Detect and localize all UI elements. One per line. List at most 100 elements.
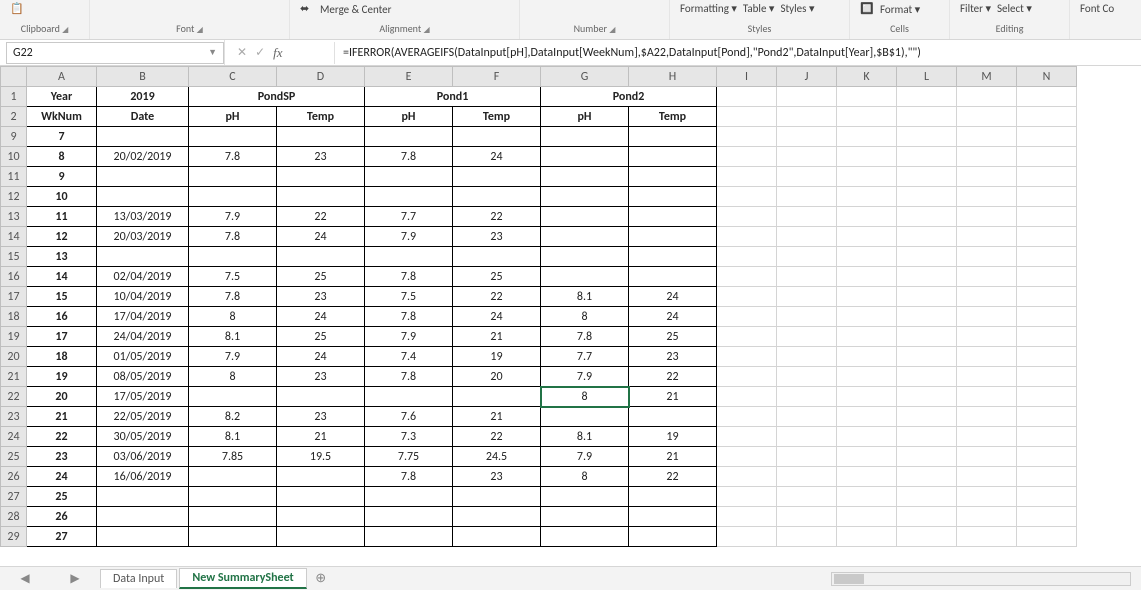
- row-header[interactable]: 2: [1, 107, 27, 127]
- wknum-cell[interactable]: 20: [27, 387, 97, 407]
- pond1-ph-cell[interactable]: 7.8: [365, 147, 453, 167]
- pond1-temp-cell[interactable]: [453, 487, 541, 507]
- wknum-cell[interactable]: 14: [27, 267, 97, 287]
- pond2-temp-cell[interactable]: [629, 247, 717, 267]
- pond2-temp-cell[interactable]: 24: [629, 287, 717, 307]
- pond2-ph-cell[interactable]: [541, 487, 629, 507]
- wknum-cell[interactable]: 9: [27, 167, 97, 187]
- pond2-temp-cell[interactable]: 23: [629, 347, 717, 367]
- wknum-cell[interactable]: 10: [27, 187, 97, 207]
- wknum-cell[interactable]: 18: [27, 347, 97, 367]
- row-header[interactable]: 21: [1, 367, 27, 387]
- pond1-ph-cell[interactable]: [365, 127, 453, 147]
- pondsp-ph-cell[interactable]: 7.85: [189, 447, 277, 467]
- date-cell[interactable]: 01/05/2019: [97, 347, 189, 367]
- column-header[interactable]: N: [1017, 67, 1077, 87]
- pond2-temp-cell[interactable]: 19: [629, 427, 717, 447]
- pondsp-ph-cell[interactable]: 8.1: [189, 427, 277, 447]
- pondsp-temp-cell[interactable]: 25: [277, 267, 365, 287]
- date-cell[interactable]: 10/04/2019: [97, 287, 189, 307]
- pond2-ph-cell[interactable]: 8: [541, 307, 629, 327]
- pondsp-ph-cell[interactable]: 7.9: [189, 347, 277, 367]
- tab-nav-prev-icon[interactable]: ◀: [20, 571, 29, 586]
- horizontal-scrollbar[interactable]: [831, 572, 1131, 586]
- column-header[interactable]: C: [189, 67, 277, 87]
- column-header[interactable]: A: [27, 67, 97, 87]
- sheet-tab-new-summarysheet[interactable]: New SummarySheet: [179, 568, 306, 589]
- pond2-ph-cell[interactable]: 7.9: [541, 447, 629, 467]
- pondsp-temp-cell[interactable]: [277, 187, 365, 207]
- pond2-temp-cell[interactable]: [629, 507, 717, 527]
- column-header[interactable]: M: [957, 67, 1017, 87]
- pondsp-ph-cell[interactable]: [189, 167, 277, 187]
- pond2-ph-cell[interactable]: [541, 207, 629, 227]
- pondsp-temp-cell[interactable]: 23: [277, 367, 365, 387]
- pond1-ph-cell[interactable]: 7.4: [365, 347, 453, 367]
- column-header[interactable]: L: [897, 67, 957, 87]
- column-header[interactable]: E: [365, 67, 453, 87]
- paste-icon[interactable]: 📋: [10, 2, 24, 16]
- pondsp-temp-cell[interactable]: [277, 167, 365, 187]
- pondsp-ph-cell[interactable]: [189, 127, 277, 147]
- pondsp-temp-cell[interactable]: 23: [277, 407, 365, 427]
- pondsp-ph-cell[interactable]: 7.5: [189, 267, 277, 287]
- name-box[interactable]: G22 ▼: [6, 42, 224, 64]
- wknum-cell[interactable]: 7: [27, 127, 97, 147]
- pond1-ph-cell[interactable]: [365, 507, 453, 527]
- pond2-temp-cell[interactable]: [629, 227, 717, 247]
- pond1-temp-cell[interactable]: 24: [453, 147, 541, 167]
- pond1-temp-cell[interactable]: 20: [453, 367, 541, 387]
- row-header[interactable]: 13: [1, 207, 27, 227]
- pondsp-temp-cell[interactable]: 19.5: [277, 447, 365, 467]
- wknum-cell[interactable]: 26: [27, 507, 97, 527]
- pond1-ph-cell[interactable]: 7.5: [365, 287, 453, 307]
- pond2-ph-cell[interactable]: [541, 247, 629, 267]
- format-table-btn[interactable]: Table ▾: [743, 2, 775, 15]
- date-cell[interactable]: [97, 507, 189, 527]
- pond1-temp-cell[interactable]: [453, 507, 541, 527]
- pondsp-ph-cell[interactable]: [189, 387, 277, 407]
- format-cell-icon[interactable]: 🔲: [860, 2, 874, 16]
- date-cell[interactable]: 24/04/2019: [97, 327, 189, 347]
- wknum-cell[interactable]: 13: [27, 247, 97, 267]
- row-header[interactable]: 1: [1, 87, 27, 107]
- pond1-temp-cell[interactable]: 24: [453, 307, 541, 327]
- date-cell[interactable]: 17/05/2019: [97, 387, 189, 407]
- wknum-cell[interactable]: 25: [27, 487, 97, 507]
- pond2-ph-cell[interactable]: 8: [541, 467, 629, 487]
- pond2-temp-cell[interactable]: 22: [629, 467, 717, 487]
- pond2-temp-cell[interactable]: [629, 187, 717, 207]
- cancel-icon[interactable]: ✕: [237, 45, 247, 60]
- column-header[interactable]: K: [837, 67, 897, 87]
- pond2-ph-cell[interactable]: 7.7: [541, 347, 629, 367]
- pond1-ph-cell[interactable]: 7.8: [365, 307, 453, 327]
- date-cell[interactable]: 13/03/2019: [97, 207, 189, 227]
- pondsp-ph-cell[interactable]: 8.2: [189, 407, 277, 427]
- pond1-temp-cell[interactable]: 21: [453, 407, 541, 427]
- pondsp-temp-cell[interactable]: [277, 527, 365, 547]
- pond1-ph-cell[interactable]: 7.3: [365, 427, 453, 447]
- date-cell[interactable]: 16/06/2019: [97, 467, 189, 487]
- pond2-ph-cell[interactable]: [541, 267, 629, 287]
- date-cell[interactable]: [97, 167, 189, 187]
- pond2-temp-cell[interactable]: [629, 167, 717, 187]
- column-header[interactable]: F: [453, 67, 541, 87]
- pond2-ph-cell[interactable]: [541, 187, 629, 207]
- pondsp-temp-cell[interactable]: 21: [277, 427, 365, 447]
- pond1-temp-cell[interactable]: 22: [453, 427, 541, 447]
- date-cell[interactable]: [97, 487, 189, 507]
- pond1-ph-cell[interactable]: 7.6: [365, 407, 453, 427]
- column-header[interactable]: D: [277, 67, 365, 87]
- pondsp-ph-cell[interactable]: 8: [189, 307, 277, 327]
- wknum-cell[interactable]: 24: [27, 467, 97, 487]
- date-cell[interactable]: [97, 247, 189, 267]
- pondsp-temp-cell[interactable]: 23: [277, 287, 365, 307]
- pondsp-temp-cell[interactable]: 24: [277, 227, 365, 247]
- pond2-ph-cell[interactable]: 8: [541, 387, 629, 407]
- pondsp-ph-cell[interactable]: [189, 247, 277, 267]
- pondsp-ph-cell[interactable]: [189, 507, 277, 527]
- wknum-cell[interactable]: 21: [27, 407, 97, 427]
- pondsp-ph-cell[interactable]: 8: [189, 367, 277, 387]
- date-cell[interactable]: 30/05/2019: [97, 427, 189, 447]
- wknum-cell[interactable]: 27: [27, 527, 97, 547]
